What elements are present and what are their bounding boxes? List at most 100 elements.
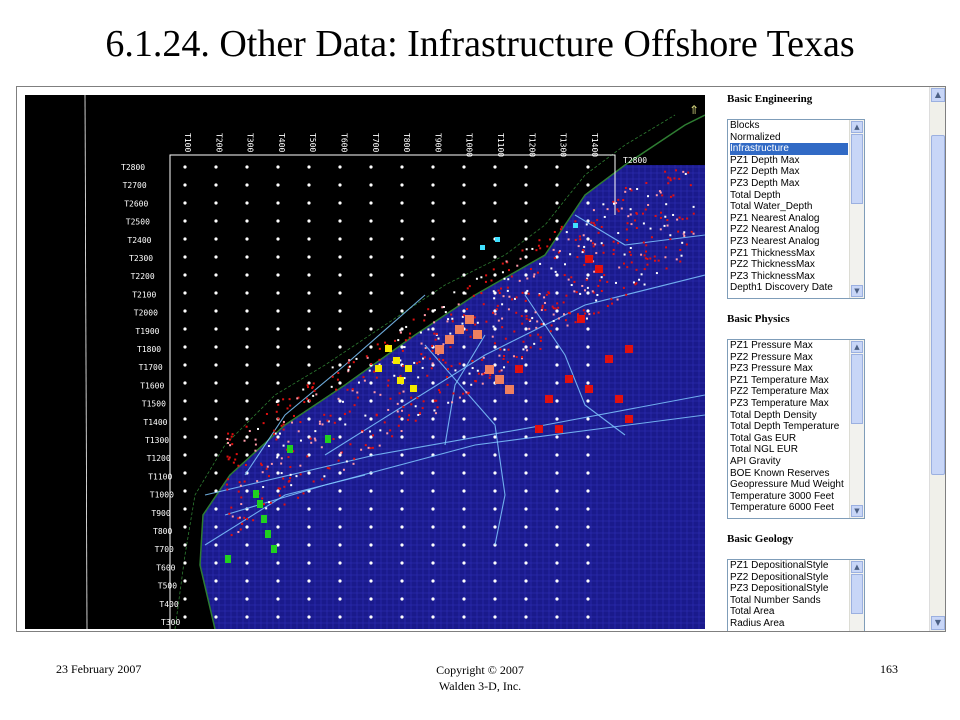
list-item[interactable]: PZ1 Depth Max — [730, 155, 848, 167]
scroll-up-icon[interactable]: ▲ — [851, 341, 863, 353]
block-center-dot — [214, 345, 218, 349]
list-item[interactable]: PZ2 Depth Max — [730, 166, 848, 178]
list-item[interactable]: PZ1 DepositionalStyle — [730, 560, 848, 572]
platform-marker — [226, 455, 229, 458]
list-item[interactable]: PZ3 Depth Max — [730, 178, 848, 190]
platform-marker — [537, 333, 540, 336]
platform-marker — [228, 456, 231, 459]
block-center-dot — [276, 579, 280, 583]
geology-list[interactable]: PZ1 DepositionalStyle PZ2 DepositionalSty… — [728, 560, 848, 630]
list-item[interactable]: PZ3 Nearest Analog — [730, 236, 848, 248]
platform-marker — [682, 232, 685, 235]
engineering-list[interactable]: Blocks Normalized Infrastructure PZ1 Depth … — [728, 120, 848, 294]
engineering-listbox[interactable]: Blocks Normalized Infrastructure PZ1 Depth … — [727, 119, 865, 299]
block-center-dot — [307, 165, 311, 169]
engineering-list-scrollbar[interactable]: ▲ ▼ — [849, 120, 864, 298]
list-item[interactable]: PZ3 Temperature Max — [730, 398, 848, 410]
platform-marker — [387, 408, 390, 411]
list-item[interactable]: PZ1 Pressure Max — [730, 340, 848, 352]
physics-listbox[interactable]: PZ1 Pressure Max PZ2 Pressure Max PZ3 Pres… — [727, 339, 865, 519]
list-item[interactable]: PZ2 DepositionalStyle — [730, 572, 848, 584]
platform-marker — [407, 418, 410, 421]
list-item[interactable]: PZ1 ThicknessMax — [730, 248, 848, 260]
list-item[interactable]: PZ2 Nearest Analog — [730, 224, 848, 236]
list-item[interactable]: Total Area — [730, 606, 848, 618]
scroll-thumb[interactable] — [931, 135, 945, 475]
block-center-dot — [276, 327, 280, 331]
platform-marker — [452, 392, 455, 395]
platform-marker — [625, 228, 628, 231]
scroll-up-icon[interactable]: ▲ — [851, 121, 863, 133]
platform-marker — [590, 239, 593, 242]
list-item[interactable]: Total Water_Depth — [730, 201, 848, 213]
list-item[interactable]: PZ3 ThicknessMax — [730, 271, 848, 283]
physics-list-scrollbar[interactable]: ▲ ▼ — [849, 340, 864, 518]
list-item[interactable]: Radius Area — [730, 618, 848, 630]
list-item[interactable]: Normalized — [730, 132, 848, 144]
platform-marker — [640, 273, 643, 276]
list-item[interactable]: Geopressure Mud Weight — [730, 479, 848, 491]
left-axis-label: T2300 — [129, 254, 153, 263]
block-center-dot — [462, 345, 466, 349]
list-item[interactable]: Infrastructure — [730, 143, 848, 155]
platform-marker — [602, 251, 605, 254]
block-center-dot — [462, 399, 466, 403]
top-axis-label: T300 — [246, 133, 255, 152]
platform-marker — [612, 202, 615, 205]
scroll-down-icon[interactable]: ▼ — [851, 285, 863, 297]
list-item[interactable]: PZ2 ThicknessMax — [730, 259, 848, 271]
physics-list[interactable]: PZ1 Pressure Max PZ2 Pressure Max PZ3 Pres… — [728, 340, 848, 514]
platform-marker — [356, 396, 359, 399]
platform-marker — [347, 368, 350, 371]
platform-marker — [378, 444, 381, 447]
list-item[interactable]: Depth1 Discovery Date — [730, 282, 848, 294]
geology-list-scrollbar[interactable]: ▲ — [849, 560, 864, 631]
page-number: 163 — [880, 662, 898, 676]
list-item[interactable]: PZ2 Pressure Max — [730, 352, 848, 364]
geology-heading: Basic Geology — [727, 533, 794, 545]
platform-marker — [376, 343, 379, 346]
platform-marker — [476, 321, 479, 324]
platform-marker — [548, 292, 551, 295]
list-item[interactable]: Total Depth Temperature — [730, 421, 848, 433]
list-item[interactable]: API Gravity — [730, 456, 848, 468]
block-center-dot — [276, 291, 280, 295]
list-item[interactable]: PZ3 DepositionalStyle — [730, 583, 848, 595]
platform-marker — [230, 506, 233, 509]
list-item[interactable]: PZ2 Temperature Max — [730, 386, 848, 398]
list-item[interactable]: Total Gas EUR — [730, 433, 848, 445]
list-item[interactable]: PZ3 Pressure Max — [730, 363, 848, 375]
block-center-dot — [524, 273, 528, 277]
platform-marker — [552, 319, 555, 322]
scroll-thumb[interactable] — [851, 574, 863, 614]
list-item[interactable]: BOE Known Reserves — [730, 468, 848, 480]
list-item[interactable]: PZ1 Temperature Max — [730, 375, 848, 387]
list-item[interactable]: Temperature 3000 Feet — [730, 491, 848, 503]
platform-marker — [610, 298, 613, 301]
platform-marker — [645, 250, 648, 253]
left-axis-label: T700 — [155, 545, 174, 554]
platform-marker — [669, 177, 672, 180]
scroll-down-icon[interactable]: ▼ — [931, 616, 945, 630]
infrastructure-map[interactable]: T100 T200 T300 T400 T500 T600 T700 T800 T900 T100… — [25, 95, 705, 629]
block-center-dot — [307, 471, 311, 475]
scroll-down-icon[interactable]: ▼ — [851, 505, 863, 517]
geology-listbox[interactable]: PZ1 DepositionalStyle PZ2 DepositionalSty… — [727, 559, 865, 631]
list-item[interactable]: Blocks — [730, 120, 848, 132]
scroll-thumb[interactable] — [851, 354, 863, 424]
map-canvas[interactable]: T100 T200 T300 T400 T500 T600 T700 T800 T900 T100… — [25, 95, 705, 629]
block-center-dot — [586, 507, 590, 511]
list-item[interactable]: Total Number Sands — [730, 595, 848, 607]
list-item[interactable]: Total NGL EUR — [730, 444, 848, 456]
scroll-thumb[interactable] — [851, 134, 863, 204]
scroll-up-icon[interactable]: ▲ — [931, 88, 945, 102]
list-item[interactable]: Total Depth — [730, 190, 848, 202]
list-item[interactable]: Total Depth Density — [730, 410, 848, 422]
list-item[interactable]: PZ1 Nearest Analog — [730, 213, 848, 225]
list-item[interactable]: Temperature 6000 Feet — [730, 502, 848, 514]
platform-marker — [336, 378, 339, 381]
panel-scrollbar[interactable]: ▲ ▼ — [929, 87, 945, 631]
scroll-up-icon[interactable]: ▲ — [851, 561, 863, 573]
platform-marker — [353, 457, 356, 460]
platform-marker — [592, 222, 595, 225]
